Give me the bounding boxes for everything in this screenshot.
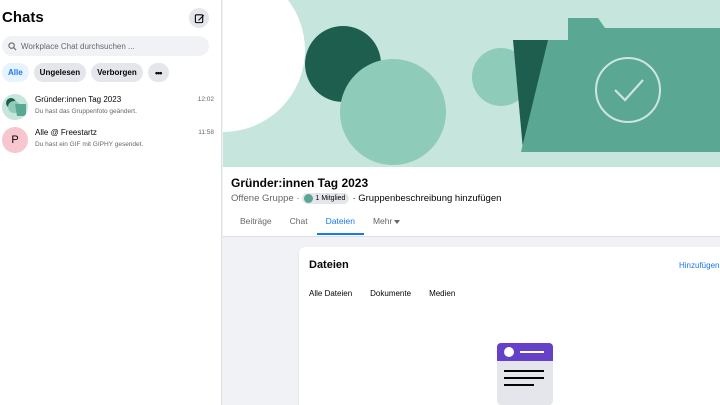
chat-search[interactable] xyxy=(2,36,209,56)
chat-time: 11:58 xyxy=(198,129,214,136)
files-tabs: Alle Dateien Dokumente Medien xyxy=(309,289,455,298)
tab-documents[interactable]: Dokumente xyxy=(370,289,411,298)
avatar: P xyxy=(2,127,28,153)
cover-illustration xyxy=(223,0,720,165)
filter-all[interactable]: Alle xyxy=(2,63,29,82)
add-description-link[interactable]: · Gruppenbeschreibung hinzufügen xyxy=(352,193,501,204)
group-avatar xyxy=(2,94,28,120)
chevron-down-icon xyxy=(394,219,401,224)
tab-media[interactable]: Medien xyxy=(429,289,455,298)
tab-more[interactable]: Mehr xyxy=(364,211,409,235)
add-file-button[interactable]: Hinzufügen xyxy=(679,261,719,270)
chat-list-item[interactable]: P Alle @ Freestartz Du hast ein GIF mit … xyxy=(0,125,222,155)
tab-all-files[interactable]: Alle Dateien xyxy=(309,289,352,298)
chat-preview: Du hast ein GIF mit GIPHY gesendet. xyxy=(35,141,144,148)
chat-list-item[interactable]: Gründer:innen Tag 2023 Du hast das Grupp… xyxy=(0,92,222,122)
more-dots-icon: ••• xyxy=(154,67,163,78)
more-filters-button[interactable]: ••• xyxy=(147,63,169,82)
new-message-button[interactable] xyxy=(189,8,209,28)
group-header: Gründer:innen Tag 2023 Offene Gruppe · 1… xyxy=(223,167,720,237)
search-input[interactable] xyxy=(21,41,201,51)
group-meta: Offene Gruppe · 1 Mitglied · Gruppenbesc… xyxy=(231,193,501,204)
group-cover-photo xyxy=(223,0,720,167)
group-privacy: Offene Gruppe · xyxy=(231,193,300,204)
chat-name: Alle @ Freestartz xyxy=(35,128,97,137)
chat-name: Gründer:innen Tag 2023 xyxy=(35,95,122,104)
tab-files[interactable]: Dateien xyxy=(316,211,365,235)
avatar-letter: P xyxy=(11,134,19,146)
tab-posts[interactable]: Beiträge xyxy=(231,211,281,235)
group-title: Gründer:innen Tag 2023 xyxy=(231,176,369,190)
search-icon xyxy=(8,41,17,50)
group-main: Gründer:innen Tag 2023 Offene Gruppe · 1… xyxy=(223,0,720,405)
tab-chat[interactable]: Chat xyxy=(281,211,317,235)
member-count-chip[interactable]: 1 Mitglied xyxy=(302,193,350,204)
member-count: 1 Mitglied xyxy=(315,195,346,202)
compose-icon xyxy=(194,13,204,23)
group-tabs: Beiträge Chat Dateien Mehr xyxy=(231,211,409,235)
files-title: Dateien xyxy=(309,259,349,271)
tab-more-label: Mehr xyxy=(372,216,393,226)
filter-hidden[interactable]: Verborgen xyxy=(91,63,143,82)
member-avatar-icon xyxy=(304,194,314,203)
chat-preview: Du hast das Gruppenfoto geändert. xyxy=(35,108,137,115)
sidebar-title: Chats xyxy=(2,9,44,26)
files-card: Dateien Hinzufügen Alle Dateien Dokument… xyxy=(299,247,720,405)
chat-sidebar: Chats Alle Ungelesen Verborgen ••• Gründ xyxy=(0,0,222,405)
filter-unread[interactable]: Ungelesen xyxy=(33,63,87,82)
chat-filters: Alle Ungelesen Verborgen ••• xyxy=(2,63,169,82)
document-illustration-icon xyxy=(497,343,553,405)
chat-time: 12:02 xyxy=(197,96,214,103)
